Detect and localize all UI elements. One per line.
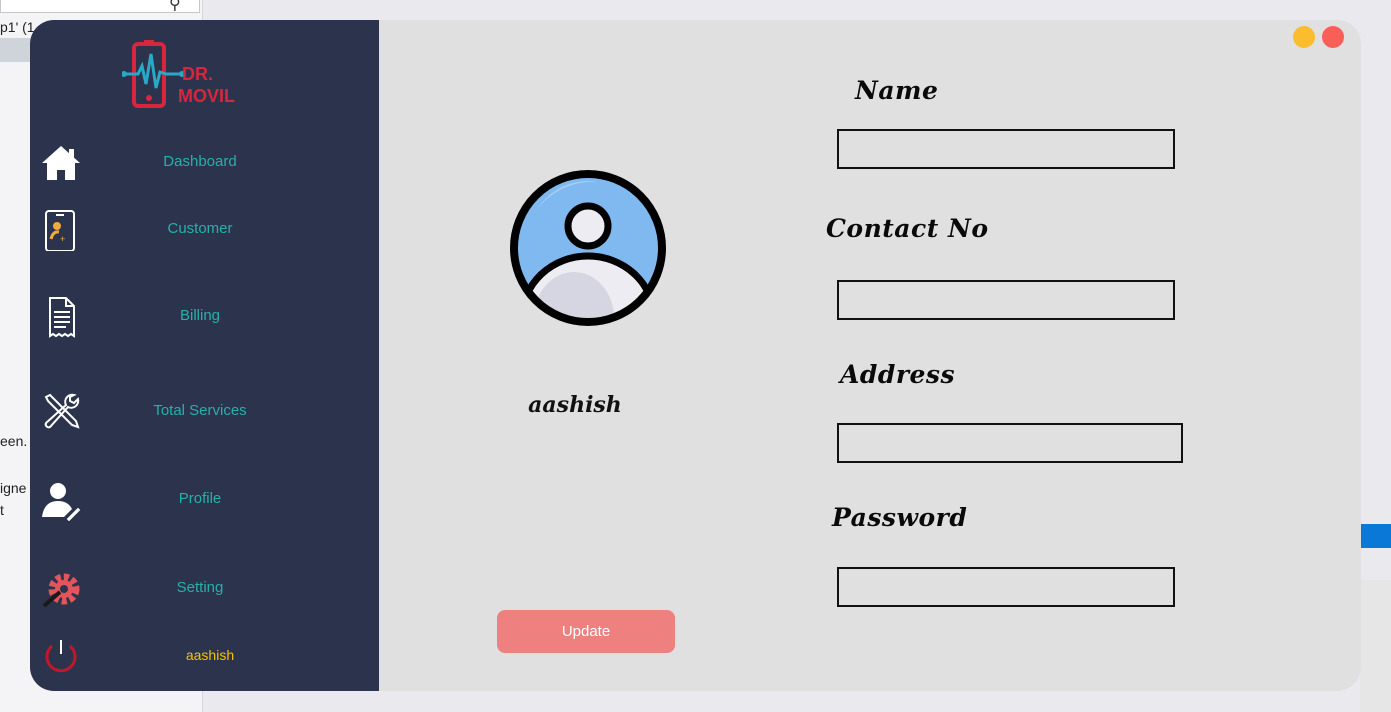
background-right-panel [1360,580,1391,712]
name-field[interactable] [837,129,1175,169]
customer-card-icon: + [45,210,75,251]
sidebar-item-label: Total Services [153,402,247,419]
contact-label: Contact No [826,214,989,243]
sidebar-item-dashboard[interactable]: Dashboard [30,136,379,190]
tools-icon [44,393,80,429]
search-icon: ⚲ [169,0,181,13]
receipt-icon [49,297,75,338]
sidebar-item-total-services[interactable]: Total Services [30,385,379,439]
sidebar-item-label: Setting [176,579,224,596]
svg-text:+: + [60,234,65,244]
logout-user-label: aashish [185,647,235,663]
sidebar-item-billing[interactable]: Billing [30,290,379,344]
logo-line1: DR. [182,64,213,84]
sidebar-item-setting[interactable]: Setting [30,562,379,616]
logo-line2: MOVIL [178,86,235,106]
user-avatar-icon [510,170,666,326]
background-text: een. [0,433,28,449]
sidebar-item-profile[interactable]: Profile [30,473,379,527]
profile-username: aashish [528,392,622,418]
sidebar-item-label: Dashboard [163,153,237,170]
sidebar: DR. MOVIL Dashboard + Customer Billing T… [30,20,379,691]
name-label: Name [855,76,939,105]
address-label: Address [840,360,956,389]
password-field[interactable] [837,567,1175,607]
power-icon [45,640,77,673]
sidebar-item-label: Customer [167,220,233,237]
minimize-button[interactable] [1293,26,1315,48]
close-button[interactable] [1322,26,1344,48]
update-button[interactable]: Update [497,610,675,653]
background-search-box: ⚲ [0,0,200,13]
background-text: t [0,502,4,518]
app-logo: DR. MOVIL [121,38,252,114]
background-blue-bar [1360,524,1391,548]
sidebar-item-label: Billing [179,307,221,324]
background-text: igne [0,480,27,496]
logout-button[interactable]: aashish [30,630,379,684]
address-field[interactable] [837,423,1183,463]
password-label: Password [832,503,968,532]
contact-field[interactable] [837,280,1175,320]
gear-icon [42,573,80,608]
sidebar-item-label: Profile [178,490,222,507]
sidebar-item-customer[interactable]: + Customer [30,203,379,257]
home-icon [42,146,80,180]
phone-heartbeat-logo-icon: DR. MOVIL [121,40,235,108]
app-window: DR. MOVIL Dashboard + Customer Billing T… [30,20,1361,691]
user-edit-icon [42,483,82,521]
